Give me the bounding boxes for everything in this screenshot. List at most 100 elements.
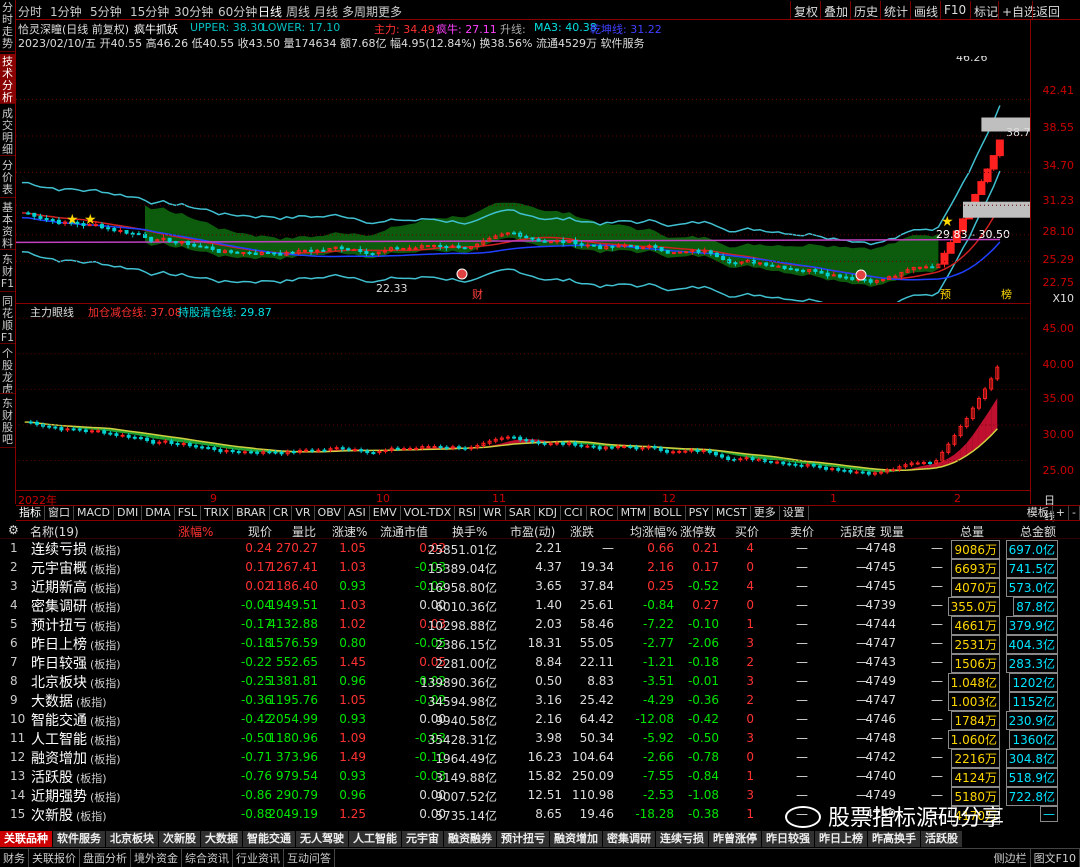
status-item-8[interactable]: 侧边栏 xyxy=(991,849,1031,867)
table-row[interactable]: 1连续亏损(板指)0.24270.271.050.0225851.01亿2.21… xyxy=(0,539,1080,558)
sector-tab-3[interactable]: 次新股 xyxy=(159,831,201,847)
row-name[interactable]: 近期新高(板指) xyxy=(31,577,121,597)
table-row[interactable]: 2元宇宙概(板指)0.171267.411.03-0.0315389.04亿4.… xyxy=(0,558,1080,577)
column-header-15[interactable]: 总量 xyxy=(960,523,984,540)
column-header-10[interactable]: 涨停数 xyxy=(680,523,716,540)
row-name[interactable]: 次新股(板指) xyxy=(31,805,107,825)
column-header-14[interactable]: 现量 xyxy=(880,523,904,540)
column-header-3[interactable]: 量比 xyxy=(292,523,316,540)
indicator-tab-0[interactable]: 指标 xyxy=(16,506,45,520)
sidebar-item-3[interactable]: 分价表 xyxy=(0,158,15,198)
row-name[interactable]: 活跃股(板指) xyxy=(31,767,107,787)
indicator-tab-2[interactable]: MACD xyxy=(74,506,114,520)
period-tab-10[interactable]: 更多 xyxy=(378,3,402,20)
sidebar-item-4[interactable]: 基本资料 xyxy=(0,200,15,250)
sector-tab-2[interactable]: 北京板块 xyxy=(106,831,159,847)
price-chart[interactable]: 46.2622.3329.83 - 30.5038.79财预榜★★★ xyxy=(16,56,1030,302)
sub-indicator-chart[interactable] xyxy=(16,303,1030,489)
column-header-0[interactable]: 名称(19) xyxy=(30,523,79,540)
column-header-9[interactable]: 均涨幅% xyxy=(630,523,677,540)
row-name[interactable]: 融资增加(板指) xyxy=(31,748,121,768)
row-name[interactable]: 密集调研(板指) xyxy=(31,596,121,616)
indicator-tab-6[interactable]: TRIX xyxy=(201,506,233,520)
sidebar-item-0[interactable]: 分时走势 xyxy=(0,0,15,52)
settings-gear-icon[interactable]: ⚙ xyxy=(8,523,19,537)
indicator-tab-16[interactable]: SAR xyxy=(506,506,535,520)
indicator-tab-19[interactable]: ROC xyxy=(587,506,618,520)
table-row[interactable]: 4密集调研(板指)-0.041949.511.030.006010.36亿1.4… xyxy=(0,596,1080,615)
row-name[interactable]: 近期强势(板指) xyxy=(31,786,121,806)
status-item-3[interactable]: 境外资金 xyxy=(131,849,182,867)
row-name[interactable]: 连续亏损(板指) xyxy=(31,539,121,559)
indicator-tab-7[interactable]: BRAR xyxy=(233,506,270,520)
status-item-5[interactable]: 行业资讯 xyxy=(233,849,284,867)
period-tab-6[interactable]: 日线 xyxy=(258,3,282,20)
period-tab-2[interactable]: 5分钟 xyxy=(90,3,122,20)
indicator-tab-23[interactable]: MCST xyxy=(713,506,751,520)
table-row[interactable]: 7昨日较强(板指)-0.22552.651.450.052281.00亿8.84… xyxy=(0,653,1080,672)
indicator-tab-3[interactable]: DMI xyxy=(114,506,142,520)
table-row[interactable]: 13活跃股(板指)-0.76979.540.93-0.033149.88亿15.… xyxy=(0,767,1080,786)
row-name[interactable]: 昨日上榜(板指) xyxy=(31,634,121,654)
sector-tab-17[interactable]: 昨高换手 xyxy=(868,831,921,847)
indicator-tab-4[interactable]: DMA xyxy=(142,506,175,520)
period-tab-1[interactable]: 1分钟 xyxy=(50,3,82,20)
toolbar-button-3[interactable]: 统计 xyxy=(880,1,911,19)
indicator-tab-10[interactable]: OBV xyxy=(315,506,345,520)
sidebar-item-7[interactable]: 个股龙虎 xyxy=(0,346,15,394)
sector-tab-9[interactable]: 融资融券 xyxy=(444,831,497,847)
column-header-13[interactable]: 活跃度 xyxy=(840,523,876,540)
sector-tab-8[interactable]: 元宇宙 xyxy=(402,831,444,847)
indicator-tab-18[interactable]: CCI xyxy=(561,506,587,520)
indicator-tab-21[interactable]: BOLL xyxy=(650,506,685,520)
toolbar-button-5[interactable]: F10 xyxy=(940,1,969,19)
period-tab-0[interactable]: 分时 xyxy=(18,3,42,20)
indicator-tab-9[interactable]: VR xyxy=(292,506,314,520)
row-name[interactable]: 昨日较强(板指) xyxy=(31,653,121,673)
toolbar-button-0[interactable]: 复权 xyxy=(790,1,821,19)
indicator-tab-20[interactable]: MTM xyxy=(618,506,651,520)
indicator-tab-11[interactable]: ASI xyxy=(345,506,370,520)
table-row[interactable]: 9大数据(板指)-0.361195.761.05-0.0234594.98亿3.… xyxy=(0,691,1080,710)
period-tab-8[interactable]: 月线 xyxy=(314,3,338,20)
row-name[interactable]: 预计扭亏(板指) xyxy=(31,615,121,635)
column-header-16[interactable]: 总金额 xyxy=(1020,523,1056,540)
sector-tab-18[interactable]: 活跃股 xyxy=(921,831,963,847)
sector-tab-14[interactable]: 昨曾涨停 xyxy=(709,831,762,847)
toolbar-button-2[interactable]: 历史 xyxy=(850,1,881,19)
status-item-0[interactable]: 财务 xyxy=(0,849,29,867)
column-header-4[interactable]: 涨速% xyxy=(332,523,367,540)
table-row[interactable]: 8北京板块(板指)-0.251381.810.96-0.02139890.36亿… xyxy=(0,672,1080,691)
column-header-12[interactable]: 卖价 xyxy=(790,523,814,540)
sector-tab-11[interactable]: 融资增加 xyxy=(550,831,603,847)
sub-indicator-name[interactable]: 主力眼线 xyxy=(30,304,74,320)
sidebar-item-8[interactable]: 东财股吧 xyxy=(0,396,15,448)
tab-right-1[interactable]: + xyxy=(1053,506,1069,520)
period-tab-9[interactable]: 多周期 xyxy=(342,3,378,20)
tab-right-0[interactable]: 模板 xyxy=(1024,506,1053,520)
sector-tab-1[interactable]: 软件服务 xyxy=(53,831,106,847)
table-row[interactable]: 3近期新高(板指)0.021186.400.93-0.0216958.80亿3.… xyxy=(0,577,1080,596)
period-tab-4[interactable]: 30分钟 xyxy=(174,3,213,20)
sector-tab-7[interactable]: 人工智能 xyxy=(349,831,402,847)
status-item-6[interactable]: 互动问答 xyxy=(284,849,335,867)
indicator-tab-13[interactable]: VOL-TDX xyxy=(401,506,456,520)
status-item-2[interactable]: 盘面分析 xyxy=(80,849,131,867)
row-name[interactable]: 元宇宙概(板指) xyxy=(31,558,121,578)
sector-tab-10[interactable]: 预计扭亏 xyxy=(497,831,550,847)
indicator-tab-17[interactable]: KDJ xyxy=(535,506,561,520)
table-row[interactable]: 12融资增加(板指)-0.71373.961.49-0.101964.49亿16… xyxy=(0,748,1080,767)
sidebar-item-6[interactable]: 同花顺F10 xyxy=(0,294,15,344)
row-name[interactable]: 大数据(板指) xyxy=(31,691,107,711)
sidebar-item-2[interactable]: 成交明细 xyxy=(0,106,15,156)
column-header-11[interactable]: 买价 xyxy=(735,523,759,540)
row-name[interactable]: 北京板块(板指) xyxy=(31,672,121,692)
column-header-5[interactable]: 流通市值 xyxy=(380,523,428,540)
indicator-tab-22[interactable]: PSY xyxy=(686,506,713,520)
row-name[interactable]: 智能交通(板指) xyxy=(31,710,121,730)
indicator-tab-25[interactable]: 设置 xyxy=(780,506,809,520)
column-header-6[interactable]: 换手% xyxy=(452,523,487,540)
indicator-tab-24[interactable]: 更多 xyxy=(751,506,780,520)
toolbar-button-8[interactable]: 返回 xyxy=(1032,1,1063,19)
indicator-tab-5[interactable]: FSL xyxy=(175,506,201,520)
